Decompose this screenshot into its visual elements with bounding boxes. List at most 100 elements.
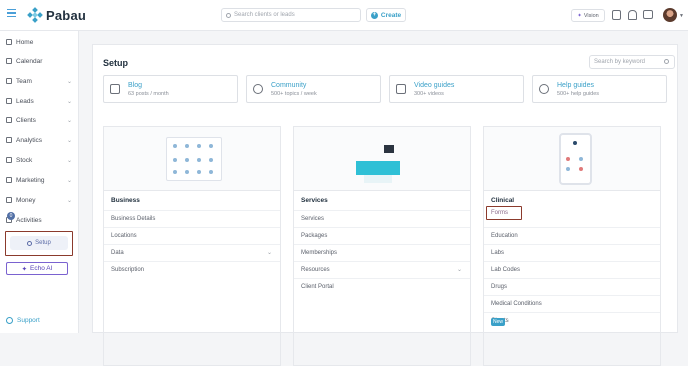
setup-link-labs[interactable]: Labs	[484, 244, 660, 260]
sidebar-item-stock[interactable]: Stock ⌄	[0, 152, 79, 168]
keyword-search-placeholder: Search by keyword	[594, 59, 646, 65]
sidebar-item-calendar[interactable]: Calendar	[0, 53, 79, 69]
sidebar-item-leads[interactable]: Leads ⌄	[0, 93, 79, 109]
setup-link-charts[interactable]: Charts New	[484, 312, 660, 328]
setup-link-lab-codes[interactable]: Lab Codes	[484, 261, 660, 277]
setup-link-drugs[interactable]: Drugs	[484, 278, 660, 294]
forms-highlight: Forms	[486, 206, 522, 220]
setup-link-medical-conditions[interactable]: Medical Conditions	[484, 295, 660, 311]
logo[interactable]: Pabau	[27, 7, 87, 23]
chevron-down-icon: ⌄	[67, 78, 73, 85]
resource-card-community[interactable]: Community 500+ topics / week	[246, 75, 381, 103]
sidebar-item-label: Stock	[16, 156, 33, 164]
chevron-down-icon[interactable]: ▼	[679, 13, 684, 19]
setup-panel: Setup Search by keyword Blog 63 posts / …	[92, 44, 678, 366]
monitor-illustration	[384, 145, 394, 153]
desk-base	[364, 175, 392, 183]
analytics-icon	[6, 137, 12, 143]
resource-subtitle: 63 posts / month	[128, 91, 169, 97]
sidebar: Home Calendar Team ⌄ Leads ⌄ Clients ⌄ A…	[0, 31, 79, 333]
echo-ai-button[interactable]: ✦ Echo AI	[6, 262, 68, 275]
sidebar-item-label: Money	[16, 196, 36, 204]
link-label: Client Portal	[301, 284, 334, 290]
community-icon	[253, 84, 263, 94]
resource-title: Video guides	[414, 82, 455, 89]
money-icon	[6, 197, 12, 203]
search-icon	[226, 12, 231, 18]
keyword-search-input[interactable]: Search by keyword	[589, 55, 675, 69]
link-label: Memberships	[301, 250, 338, 256]
leads-icon	[6, 98, 12, 104]
resource-title: Help guides	[557, 82, 594, 89]
setup-link-services[interactable]: Services	[294, 210, 470, 226]
resource-card-help-guides[interactable]: Help guides 500+ help guides	[532, 75, 667, 103]
setup-link-packages[interactable]: Packages	[294, 227, 470, 243]
support-link[interactable]: Support	[6, 317, 40, 324]
setup-link-resources[interactable]: Resources ⌄	[294, 261, 470, 277]
category-services: Services Services Packages Memberships R…	[293, 126, 471, 366]
sidebar-item-label: Clients	[16, 116, 36, 124]
setup-link-subscription[interactable]: Subscription	[104, 261, 280, 277]
search-placeholder: Search clients or leads	[234, 12, 295, 18]
sidebar-item-money[interactable]: Money ⌄	[0, 192, 79, 208]
activities-badge: 0	[7, 212, 15, 220]
chevron-down-icon: ⌄	[266, 250, 272, 256]
clinical-illustration	[484, 127, 660, 191]
link-label: Data	[111, 250, 124, 256]
menu-icon[interactable]	[7, 9, 16, 17]
sidebar-item-home[interactable]: Home	[0, 34, 79, 50]
resource-subtitle: 500+ topics / week	[271, 91, 317, 97]
category-title: Services	[301, 197, 328, 204]
setup-link-data[interactable]: Data ⌄	[104, 244, 280, 260]
create-button[interactable]: + Create	[366, 8, 406, 22]
vision-button[interactable]: ✦ Vision	[571, 9, 605, 22]
stock-icon	[6, 157, 12, 163]
blog-icon	[110, 84, 120, 94]
chevron-down-icon: ⌄	[456, 267, 462, 273]
video-icon	[396, 84, 406, 94]
reception-desk-illustration	[356, 161, 400, 175]
setup-link-memberships[interactable]: Memberships	[294, 244, 470, 260]
chevron-down-icon: ⌄	[67, 117, 73, 124]
tablet-illustration	[559, 133, 592, 185]
resource-card-blog[interactable]: Blog 63 posts / month	[103, 75, 238, 103]
search-icon	[664, 59, 669, 64]
team-icon	[6, 78, 12, 84]
pabau-logo-icon	[27, 7, 43, 23]
setup-link-business-details[interactable]: Business Details	[104, 210, 280, 226]
link-label: Forms	[491, 210, 508, 216]
vision-label: Vision	[583, 12, 599, 19]
category-title: Business	[111, 197, 140, 204]
chevron-down-icon: ⌄	[67, 98, 73, 105]
setup-link-client-portal[interactable]: Client Portal	[294, 278, 470, 294]
link-label: Medical Conditions	[491, 301, 542, 307]
link-label: Subscription	[111, 267, 145, 273]
sidebar-item-clients[interactable]: Clients ⌄	[0, 112, 79, 128]
link-label: Drugs	[491, 284, 508, 290]
sidebar-item-label: Calendar	[16, 57, 43, 65]
chevron-down-icon: ⌄	[67, 157, 73, 164]
support-label: Support	[17, 317, 40, 324]
setup-button[interactable]: Setup	[10, 236, 68, 250]
resource-subtitle: 500+ help guides	[557, 91, 600, 97]
resource-card-video-guides[interactable]: Video guides 300+ videos	[389, 75, 524, 103]
sidebar-item-team[interactable]: Team ⌄	[0, 73, 79, 89]
global-search-input[interactable]: Search clients or leads	[221, 8, 361, 22]
calendar-icon[interactable]	[612, 10, 621, 20]
bell-icon[interactable]	[628, 10, 637, 20]
sidebar-item-label: Activities	[16, 216, 42, 224]
setup-link-education[interactable]: Education	[484, 227, 660, 243]
link-label: Packages	[301, 233, 328, 239]
sidebar-item-analytics[interactable]: Analytics ⌄	[0, 132, 79, 148]
category-clinical: Clinical Forms Education Labs Lab Codes …	[483, 126, 661, 366]
sidebar-item-marketing[interactable]: Marketing ⌄	[0, 172, 79, 188]
chevron-down-icon: ⌄	[67, 177, 73, 184]
chat-icon[interactable]	[643, 10, 653, 19]
gear-icon	[27, 240, 33, 246]
avatar[interactable]	[663, 8, 677, 22]
setup-link-forms[interactable]: Forms	[484, 206, 660, 226]
create-label: Create	[380, 11, 402, 19]
app-name: Pabau	[46, 7, 87, 23]
setup-link-locations[interactable]: Locations	[104, 227, 280, 243]
sidebar-item-label: Leads	[16, 97, 34, 105]
